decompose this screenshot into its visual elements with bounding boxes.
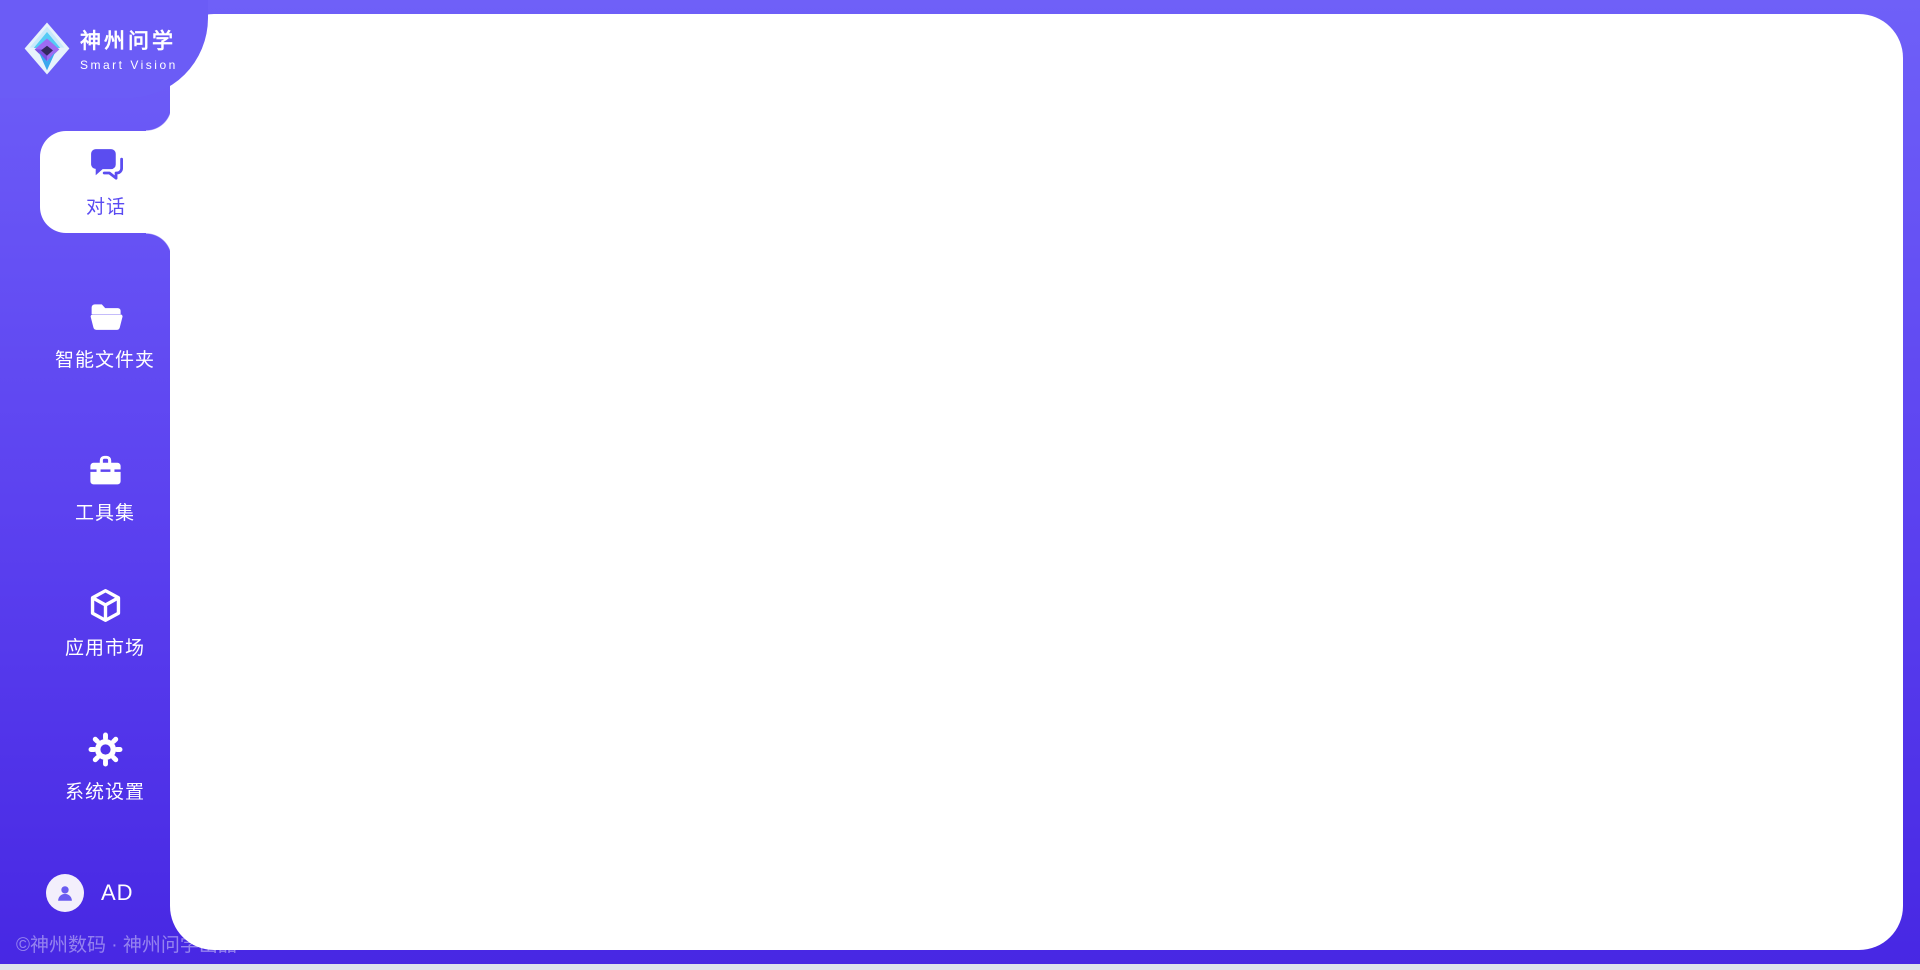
sidebar-item-label: 应用市场 (65, 633, 145, 660)
avatar (46, 874, 84, 912)
sidebar-item-settings[interactable]: 系统设置 (40, 716, 170, 818)
sidebar-item-label: 工具集 (75, 498, 135, 525)
folder-icon (87, 299, 124, 336)
sidebar-item-label: 系统设置 (65, 777, 145, 804)
brand-name: 神州问学 (80, 25, 178, 55)
sidebar-item-toolset[interactable]: 工具集 (40, 437, 170, 539)
toolbox-icon (87, 452, 124, 489)
main-panel (170, 14, 1903, 950)
gear-icon (87, 731, 124, 768)
brand: 神州问学 Smart Vision (24, 22, 178, 75)
sidebar-item-label: 智能文件夹 (55, 345, 155, 372)
sidebar-item-app-market[interactable]: 应用市场 (40, 572, 170, 674)
user-name: AD (101, 880, 134, 906)
sidebar-item-label: 对话 (86, 192, 126, 219)
chat-bubbles-icon (88, 146, 125, 183)
brand-subtitle: Smart Vision (80, 58, 178, 72)
brand-diamond-icon (24, 22, 70, 75)
cube-icon (87, 587, 124, 624)
window-bottom-strip (0, 964, 1920, 970)
sidebar-item-chat[interactable]: 对话 (40, 131, 172, 233)
user-chip[interactable]: AD (46, 874, 134, 912)
user-avatar-icon (54, 882, 76, 904)
sidebar-item-smart-folder[interactable]: 智能文件夹 (40, 284, 170, 386)
